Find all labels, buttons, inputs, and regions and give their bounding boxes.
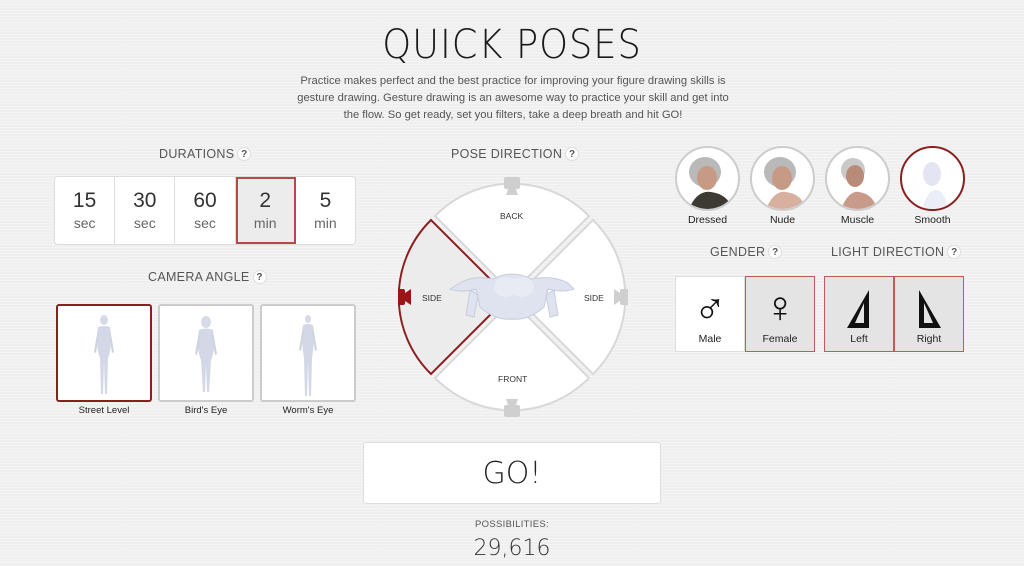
page-title: QUICK POSES [382,22,642,68]
figure-icon [195,316,217,392]
figure-icon [299,315,317,396]
light-direction-help-icon[interactable]: ? [947,245,962,259]
male-icon: ♂ [693,283,727,332]
camera-option-birds-eye[interactable]: Bird's Eye [158,304,254,416]
durations-help-icon[interactable]: ? [237,147,252,161]
face-icon [689,157,733,209]
gender-label: GENDER ? [710,245,783,259]
dressed-avatar [675,146,740,211]
duration-option-15-sec[interactable]: 15 sec [55,177,116,244]
light-left-icon [847,290,869,328]
camera-angle-selector: Street Level Bird's Eye Worm's Eye [56,304,356,416]
light-right-icon [919,290,941,328]
label-back: BACK [500,211,524,221]
label-right-side: SIDE [584,293,604,303]
pose-direction-label: POSE DIRECTION ? [451,147,580,161]
gender-option-male[interactable]: ♂ Male [675,276,745,352]
camera-option-street-level[interactable]: Street Level [56,304,152,416]
label-left-side: SIDE [422,293,442,303]
light-direction-label: LIGHT DIRECTION ? [831,245,962,259]
face-icon [764,157,806,209]
model-option-smooth[interactable]: Smooth [900,146,965,226]
duration-option-2-min[interactable]: 2 min [235,177,296,244]
figure-icon [94,315,114,394]
camera-option-worms-eye[interactable]: Worm's Eye [260,304,356,416]
female-icon: ♀ [763,283,797,332]
durations-selector: 15 sec 30 sec 60 sec 2 min 5 min [55,177,355,244]
muscle-avatar [825,146,890,211]
smooth-avatar [900,146,965,211]
possibilities-count: 29,616 [473,536,551,561]
light-option-right[interactable]: Right [894,276,964,352]
model-option-nude[interactable]: Nude [750,146,815,226]
pose-direction-help-icon[interactable]: ? [565,147,580,161]
light-direction-selector: Left Right [824,276,964,352]
pose-model-figure [448,273,575,320]
street-level-thumbnail [56,304,152,402]
model-option-dressed[interactable]: Dressed [675,146,740,226]
duration-option-5-min[interactable]: 5 min [296,177,355,244]
light-option-left[interactable]: Left [824,276,894,352]
model-option-muscle[interactable]: Muscle [825,146,890,226]
worms-eye-thumbnail [260,304,356,402]
label-front: FRONT [498,374,528,384]
face-icon [922,162,947,209]
go-button[interactable]: GO! [363,442,661,504]
camera-angle-label: CAMERA ANGLE ? [148,270,267,284]
duration-option-60-sec[interactable]: 60 sec [175,177,236,244]
camera-left-icon[interactable] [398,289,411,305]
gender-selector: ♂ Male ♀ Female [675,276,815,352]
camera-angle-help-icon[interactable]: ? [252,270,267,284]
model-type-selector: Dressed Nude Muscle Smooth [675,146,965,226]
gender-help-icon[interactable]: ? [768,245,783,259]
nude-avatar [750,146,815,211]
intro-text: Practice makes perfect and the best prac… [297,75,729,121]
face-icon [841,158,877,209]
camera-right-icon[interactable] [614,289,628,305]
durations-label: DURATIONS ? [159,147,252,161]
possibilities-label: POSSIBILITIES: [475,519,549,530]
gender-option-female[interactable]: ♀ Female [745,276,815,352]
birds-eye-thumbnail [158,304,254,402]
duration-option-30-sec[interactable]: 30 sec [115,177,176,244]
